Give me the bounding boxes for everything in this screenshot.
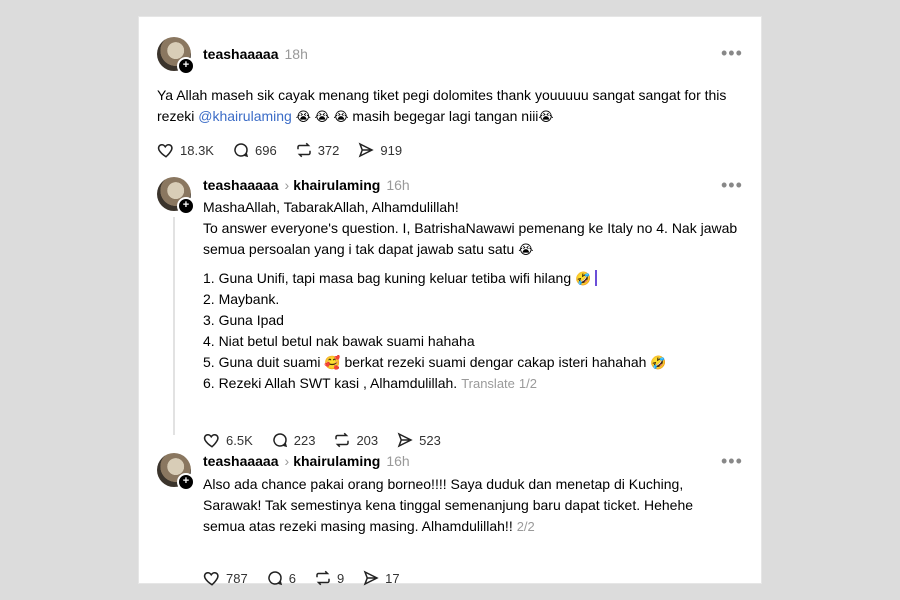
reply-chevron-icon: ›: [284, 453, 290, 469]
heart-icon: [157, 143, 173, 158]
laughing-emoji: 🤣: [650, 355, 667, 370]
post-text: Also ada chance pakai orang borneo!!!! S…: [203, 474, 733, 537]
post-actions: 6.5K 223 203 523: [203, 431, 459, 449]
text-cursor: [595, 270, 598, 286]
crying-emoji: 😭: [518, 242, 534, 257]
post-2: + teashaaaaa › khairulaming 16h ••• MashaAl…: [139, 175, 761, 451]
send-icon: [363, 570, 379, 586]
list-item: 6. Rezeki Allah SWT kasi , Alhamdulillah…: [203, 375, 537, 391]
page-indicator: 2/2: [516, 519, 535, 534]
thread-line: [173, 217, 175, 435]
comment-icon: [273, 433, 287, 448]
timestamp[interactable]: 18h: [285, 46, 308, 62]
repost-icon: [296, 142, 311, 158]
heart-icon: [203, 571, 219, 586]
comment-icon: [268, 571, 282, 586]
translate-link[interactable]: Translate: [461, 376, 515, 391]
post-header: teashaaaaa › khairulaming 16h: [203, 453, 410, 469]
share-button[interactable]: 919: [357, 141, 402, 159]
greeting-line: MashaAllah, TabarakAllah, Alhamdulillah!: [203, 199, 459, 215]
share-button[interactable]: 17: [362, 569, 400, 587]
username[interactable]: teashaaaaa: [203, 453, 279, 469]
thread-card: + teashaaaaa 18h ••• Ya Allah maseh sik c…: [138, 16, 762, 587]
comment-icon: [234, 143, 249, 158]
repost-count: 372: [317, 142, 340, 158]
follow-plus-icon[interactable]: +: [177, 473, 195, 491]
like-count: 787: [226, 570, 248, 586]
send-icon: [397, 432, 413, 448]
comment-button[interactable]: 696: [232, 141, 277, 159]
repost-icon: [335, 432, 350, 448]
repost-count: 203: [356, 432, 379, 448]
heart-icon: [203, 433, 219, 448]
post-actions: 787 6 9 17: [203, 569, 418, 587]
more-options-icon[interactable]: •••: [721, 43, 743, 64]
smiling-hearts-emoji: 🥰: [324, 355, 341, 370]
reply-to-username[interactable]: khairulaming: [293, 453, 380, 469]
share-count: 17: [385, 570, 400, 586]
comment-count: 223: [293, 432, 316, 448]
repost-icon: [316, 570, 330, 586]
share-count: 523: [419, 432, 441, 448]
comment-button[interactable]: 223: [271, 431, 316, 449]
send-icon: [359, 142, 375, 158]
post-1: + teashaaaaa 18h ••• Ya Allah maseh sik c…: [139, 17, 761, 187]
like-button[interactable]: 18.3K: [157, 141, 214, 159]
list-item: 2. Maybank.: [203, 291, 280, 307]
list-item: 5. Guna duit suami 🥰 berkat rezeki suami…: [203, 354, 667, 370]
comment-button[interactable]: 6: [266, 569, 296, 587]
reply-to-username[interactable]: khairulaming: [293, 177, 380, 193]
post-text: MashaAllah, TabarakAllah, Alhamdulillah!…: [203, 197, 743, 394]
like-count: 18.3K: [180, 142, 214, 158]
share-button[interactable]: 523: [396, 431, 441, 449]
like-count: 6.5K: [226, 432, 253, 448]
more-options-icon[interactable]: •••: [721, 451, 743, 472]
post-actions: 18.3K 696 372 919: [157, 141, 420, 159]
list-item: 3. Guna Ipad: [203, 312, 284, 328]
avatar[interactable]: +: [157, 453, 195, 491]
username[interactable]: teashaaaaa: [203, 46, 279, 62]
post-body: Also ada chance pakai orang borneo!!!! S…: [203, 476, 694, 534]
post-text: Ya Allah maseh sik cayak menang tiket pe…: [157, 85, 747, 127]
follow-plus-icon[interactable]: +: [177, 197, 195, 215]
like-button[interactable]: 787: [203, 569, 248, 587]
list-item: 4. Niat betul betul nak bawak suami haha…: [203, 333, 475, 349]
repost-button[interactable]: 372: [295, 141, 340, 159]
timestamp[interactable]: 16h: [386, 453, 409, 469]
post-header: teashaaaaa 18h: [203, 46, 308, 62]
avatar[interactable]: +: [157, 37, 195, 75]
username[interactable]: teashaaaaa: [203, 177, 279, 193]
comment-count: 6: [288, 570, 296, 586]
laughing-emoji: 🤣: [575, 271, 592, 286]
repost-count: 9: [336, 570, 345, 586]
avatar[interactable]: +: [157, 177, 195, 215]
share-count: 919: [380, 142, 403, 158]
more-options-icon[interactable]: •••: [721, 175, 743, 196]
repost-button[interactable]: 9: [314, 569, 344, 587]
repost-button[interactable]: 203: [333, 431, 378, 449]
page-indicator: 1/2: [518, 376, 537, 391]
like-button[interactable]: 6.5K: [203, 431, 253, 449]
crying-emoji: 😭: [538, 109, 554, 124]
follow-plus-icon[interactable]: +: [177, 57, 195, 75]
answer-intro: To answer everyone's question. I, Batris…: [203, 220, 738, 257]
mention-link[interactable]: @khairulaming: [198, 108, 292, 124]
post-3: + teashaaaaa › khairulaming 16h ••• Also ad…: [139, 451, 761, 587]
timestamp[interactable]: 16h: [386, 177, 409, 193]
list-item: 1. Guna Unifi, tapi masa bag kuning kelu…: [203, 268, 743, 289]
post-header: teashaaaaa › khairulaming 16h: [203, 177, 410, 193]
reply-chevron-icon: ›: [284, 177, 290, 193]
comment-count: 696: [254, 142, 277, 158]
crying-emoji: 😭 😭 😭: [295, 109, 349, 124]
post-body-tail: masih begegar lagi tangan niii: [348, 108, 539, 124]
